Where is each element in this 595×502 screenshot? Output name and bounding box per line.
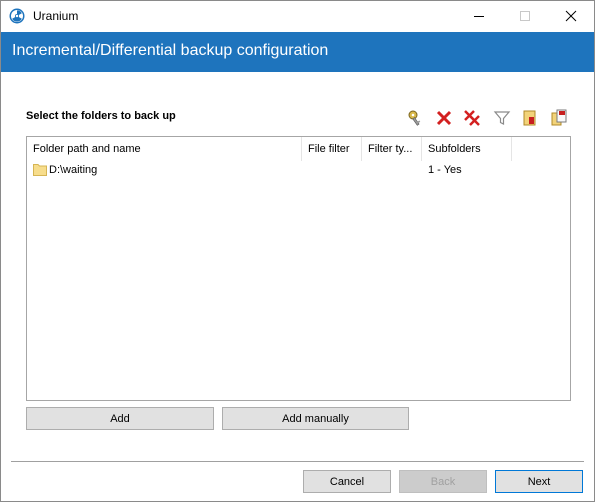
column-header-filter-type[interactable]: Filter ty...: [362, 137, 422, 161]
minimize-icon: [474, 16, 484, 17]
title-bar[interactable]: Uranium: [1, 1, 594, 31]
copy-button[interactable]: [550, 109, 568, 127]
add-button[interactable]: Add: [26, 407, 214, 430]
main-window: Uranium Incremental/Differential backup …: [0, 0, 595, 502]
minimize-button[interactable]: [456, 1, 502, 31]
page-title: Incremental/Differential backup configur…: [12, 42, 329, 59]
delete-all-icon: [464, 110, 480, 126]
window-title: Uranium: [33, 9, 79, 23]
back-button[interactable]: Back: [399, 470, 487, 493]
maximize-icon: [520, 11, 530, 21]
list-row[interactable]: D:\waiting 1 - Yes: [27, 161, 570, 179]
filter-button[interactable]: [493, 109, 511, 127]
maximize-button[interactable]: [502, 1, 548, 31]
copy-icon: [551, 109, 567, 126]
subfolders-value: 1 - Yes: [428, 164, 462, 176]
key-icon: [408, 110, 421, 126]
close-button[interactable]: [548, 1, 594, 31]
delete-button[interactable]: [435, 109, 453, 127]
delete-icon: [436, 110, 452, 126]
section-label: Select the folders to back up: [26, 110, 176, 122]
folder-icon: [33, 163, 47, 179]
next-button[interactable]: Next: [495, 470, 583, 493]
column-header-folder[interactable]: Folder path and name: [27, 137, 302, 161]
key-button[interactable]: [406, 109, 424, 127]
filter-icon: [493, 111, 511, 125]
delete-all-button[interactable]: [463, 109, 481, 127]
column-header-subfolders[interactable]: Subfolders: [422, 137, 512, 161]
divider: [11, 461, 584, 462]
folder-list[interactable]: Folder path and name File filter Filter …: [26, 136, 571, 401]
radiation-icon: [9, 8, 25, 24]
import-button[interactable]: [521, 109, 539, 127]
close-icon: [565, 10, 577, 22]
import-icon: [523, 110, 536, 126]
add-manually-button[interactable]: Add manually: [222, 407, 409, 430]
cancel-button[interactable]: Cancel: [303, 470, 391, 493]
column-header-file-filter[interactable]: File filter: [302, 137, 362, 161]
page-header: Incremental/Differential backup configur…: [1, 32, 594, 72]
folder-path: D:\waiting: [49, 164, 98, 176]
